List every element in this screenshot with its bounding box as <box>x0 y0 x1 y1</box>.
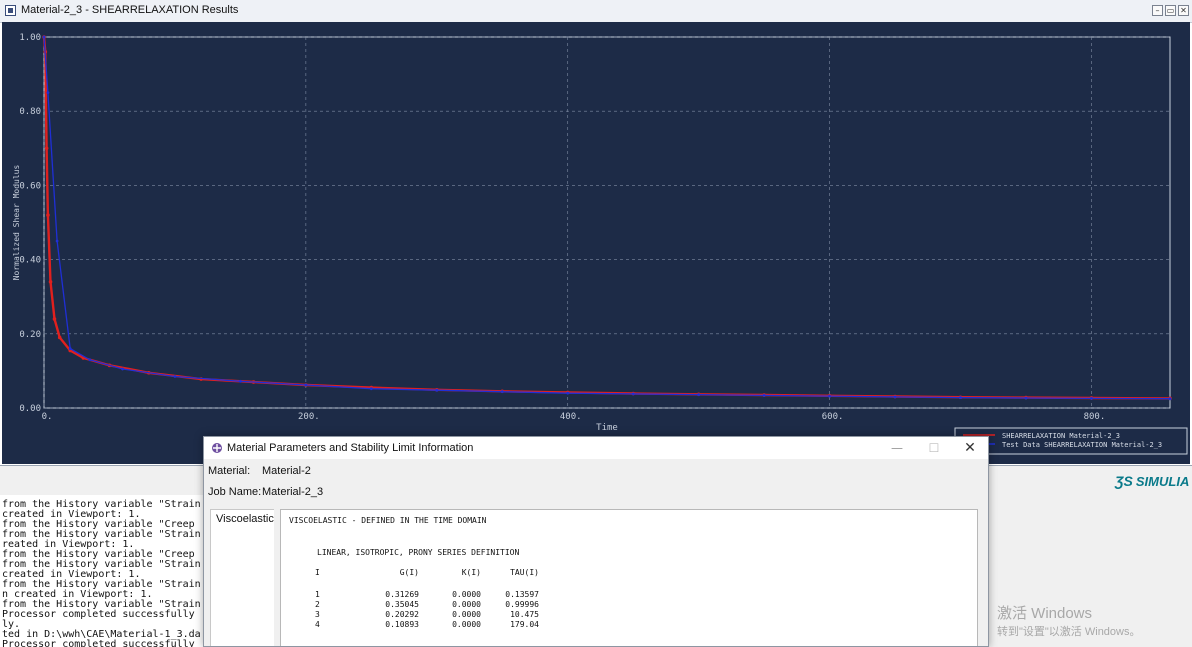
table-cell: 2 <box>315 600 320 609</box>
tab-viscoelastic[interactable]: Viscoelastic <box>210 509 274 646</box>
table-cell: 0.10893 <box>385 620 419 629</box>
fit-curve-line <box>42 36 1171 400</box>
test-data-point <box>46 91 50 95</box>
test-data-point <box>121 367 124 371</box>
x-tick-label: 800. <box>1084 412 1106 422</box>
test-data-point <box>238 379 242 383</box>
fit-curve-point <box>52 317 57 321</box>
table-cell: 0.0000 <box>452 590 481 599</box>
windows-activation-hint: 转到"设置"以激活 Windows。 <box>997 626 1141 638</box>
table-cell: 0.0000 <box>452 610 481 619</box>
chart: 0.00 0.20 0.40 0.60 0.80 1.00 0. 200. 400. 600. 80… <box>12 33 1188 455</box>
close-icon[interactable]: ✕ <box>1178 5 1189 16</box>
test-data-point <box>828 394 831 398</box>
prony-subheading: LINEAR, ISOTROPIC, PRONY SERIES DEFINITI… <box>317 548 520 557</box>
test-data-point <box>893 395 897 399</box>
table-cell: 4 <box>315 620 320 629</box>
y-tick-label: 0.60 <box>19 181 41 191</box>
dialog-text-area[interactable]: VISCOELASTIC - DEFINED IN THE TIME DOMAI… <box>280 509 978 646</box>
legend-entry: SHEARRELAXATION Material-2_3 <box>1002 432 1120 440</box>
job-name-label: Job Name: <box>208 486 262 498</box>
test-data-point <box>55 239 59 243</box>
dialog-title: Material Parameters and Stability Limit … <box>227 442 474 454</box>
table-cell: 0.31269 <box>385 590 419 599</box>
dialog-maximize-icon[interactable]: ☐ <box>917 437 951 459</box>
dialog-titlebar[interactable]: Material Parameters and Stability Limit … <box>204 437 988 459</box>
simulia-text: SIMULIA <box>1135 474 1190 489</box>
material-value: Material-2 <box>262 465 311 477</box>
message-line: Processor completed successfully <box>2 639 195 647</box>
table-cell: 0.35045 <box>385 600 419 609</box>
column-header: K(I) <box>461 568 481 577</box>
simulia-logo: ƷS SIMULIA <box>1115 473 1190 489</box>
viewport-icon <box>5 5 16 16</box>
test-data-point <box>369 387 373 391</box>
table-cell: 10.475 <box>510 610 539 619</box>
viscoelastic-heading: VISCOELASTIC - DEFINED IN THE TIME DOMAI… <box>289 516 487 525</box>
dialog-close-icon[interactable]: ✕ <box>953 437 987 459</box>
plot-area[interactable]: 0.00 0.20 0.40 0.60 0.80 1.00 0. 200. 400. 600. 80… <box>2 22 1190 464</box>
table-cell: 179.04 <box>510 620 539 629</box>
test-data-point <box>697 393 701 397</box>
test-data-point <box>435 388 439 392</box>
test-data-point <box>631 392 635 396</box>
test-data-point <box>959 396 962 400</box>
test-data-point <box>304 383 308 387</box>
y-tick-label: 0.00 <box>19 404 41 414</box>
material-label: Material: <box>208 465 251 477</box>
x-tick-label: 0. <box>42 412 53 422</box>
table-cell: 0.20292 <box>385 610 419 619</box>
x-tick-label: 200. <box>298 412 320 422</box>
dialog-minimize-icon[interactable]: — <box>880 437 914 459</box>
abaqus-icon <box>212 443 222 453</box>
fit-curve-point <box>57 335 62 340</box>
viewport-title: Material-2_3 - SHEARRELAXATION Results <box>21 4 239 16</box>
test-data-line <box>43 36 1171 400</box>
message-line: Processor completed successfully <box>2 609 195 620</box>
test-data-point <box>1168 397 1172 401</box>
y-tick-label: 0.20 <box>19 330 41 340</box>
table-cell: 1 <box>315 590 320 599</box>
x-tick-label: 600. <box>822 412 844 422</box>
test-data-point <box>1024 396 1028 400</box>
table-cell: 0.13597 <box>505 590 539 599</box>
test-data-point <box>173 375 177 378</box>
test-data-point <box>500 390 504 394</box>
windows-activation-watermark: 激活 Windows <box>997 605 1093 622</box>
test-data-point <box>1090 396 1093 400</box>
tab-viscoelastic-label: Viscoelastic <box>216 513 274 525</box>
material-info-dialog[interactable]: Material Parameters and Stability Limit … <box>203 436 989 647</box>
table-cell: 0.0000 <box>452 600 481 609</box>
test-data-point <box>68 347 72 351</box>
column-header: G(I) <box>399 568 419 577</box>
y-tick-label: 1.00 <box>19 33 41 43</box>
fit-curve-point <box>48 280 53 284</box>
minimize-icon[interactable]: – <box>1152 5 1163 16</box>
x-axis-label: Time <box>596 423 618 433</box>
y-tick-label: 0.80 <box>19 107 41 117</box>
column-header: TAU(I) <box>510 568 539 577</box>
job-name-value: Material-2_3 <box>262 486 324 498</box>
table-cell: 3 <box>315 610 320 619</box>
fit-curve-point <box>46 213 50 217</box>
y-tick-label: 0.40 <box>19 256 41 266</box>
fit-curve-point <box>44 146 49 151</box>
restore-icon[interactable]: ▭ <box>1165 5 1176 16</box>
y-axis-label: Normalized Shear Modulus <box>12 165 21 281</box>
test-data-point <box>88 358 92 362</box>
test-data-point <box>762 393 766 397</box>
viewport-titlebar[interactable]: Material-2_3 - SHEARRELAXATION Results –… <box>0 0 1192 23</box>
column-header: I <box>315 568 320 577</box>
test-data-point <box>42 35 46 39</box>
x-tick-label: 400. <box>560 412 582 422</box>
legend-entry: Test Data SHEARRELAXATION Material-2_3 <box>1002 441 1162 449</box>
message-area[interactable]: from the History variable "Strain create… <box>0 495 205 647</box>
viewport-window[interactable]: Material-2_3 - SHEARRELAXATION Results –… <box>0 0 1192 466</box>
table-cell: 0.99996 <box>505 600 539 609</box>
test-data-point <box>566 391 570 395</box>
plot-frame <box>43 36 1171 409</box>
table-cell: 0.0000 <box>452 620 481 629</box>
